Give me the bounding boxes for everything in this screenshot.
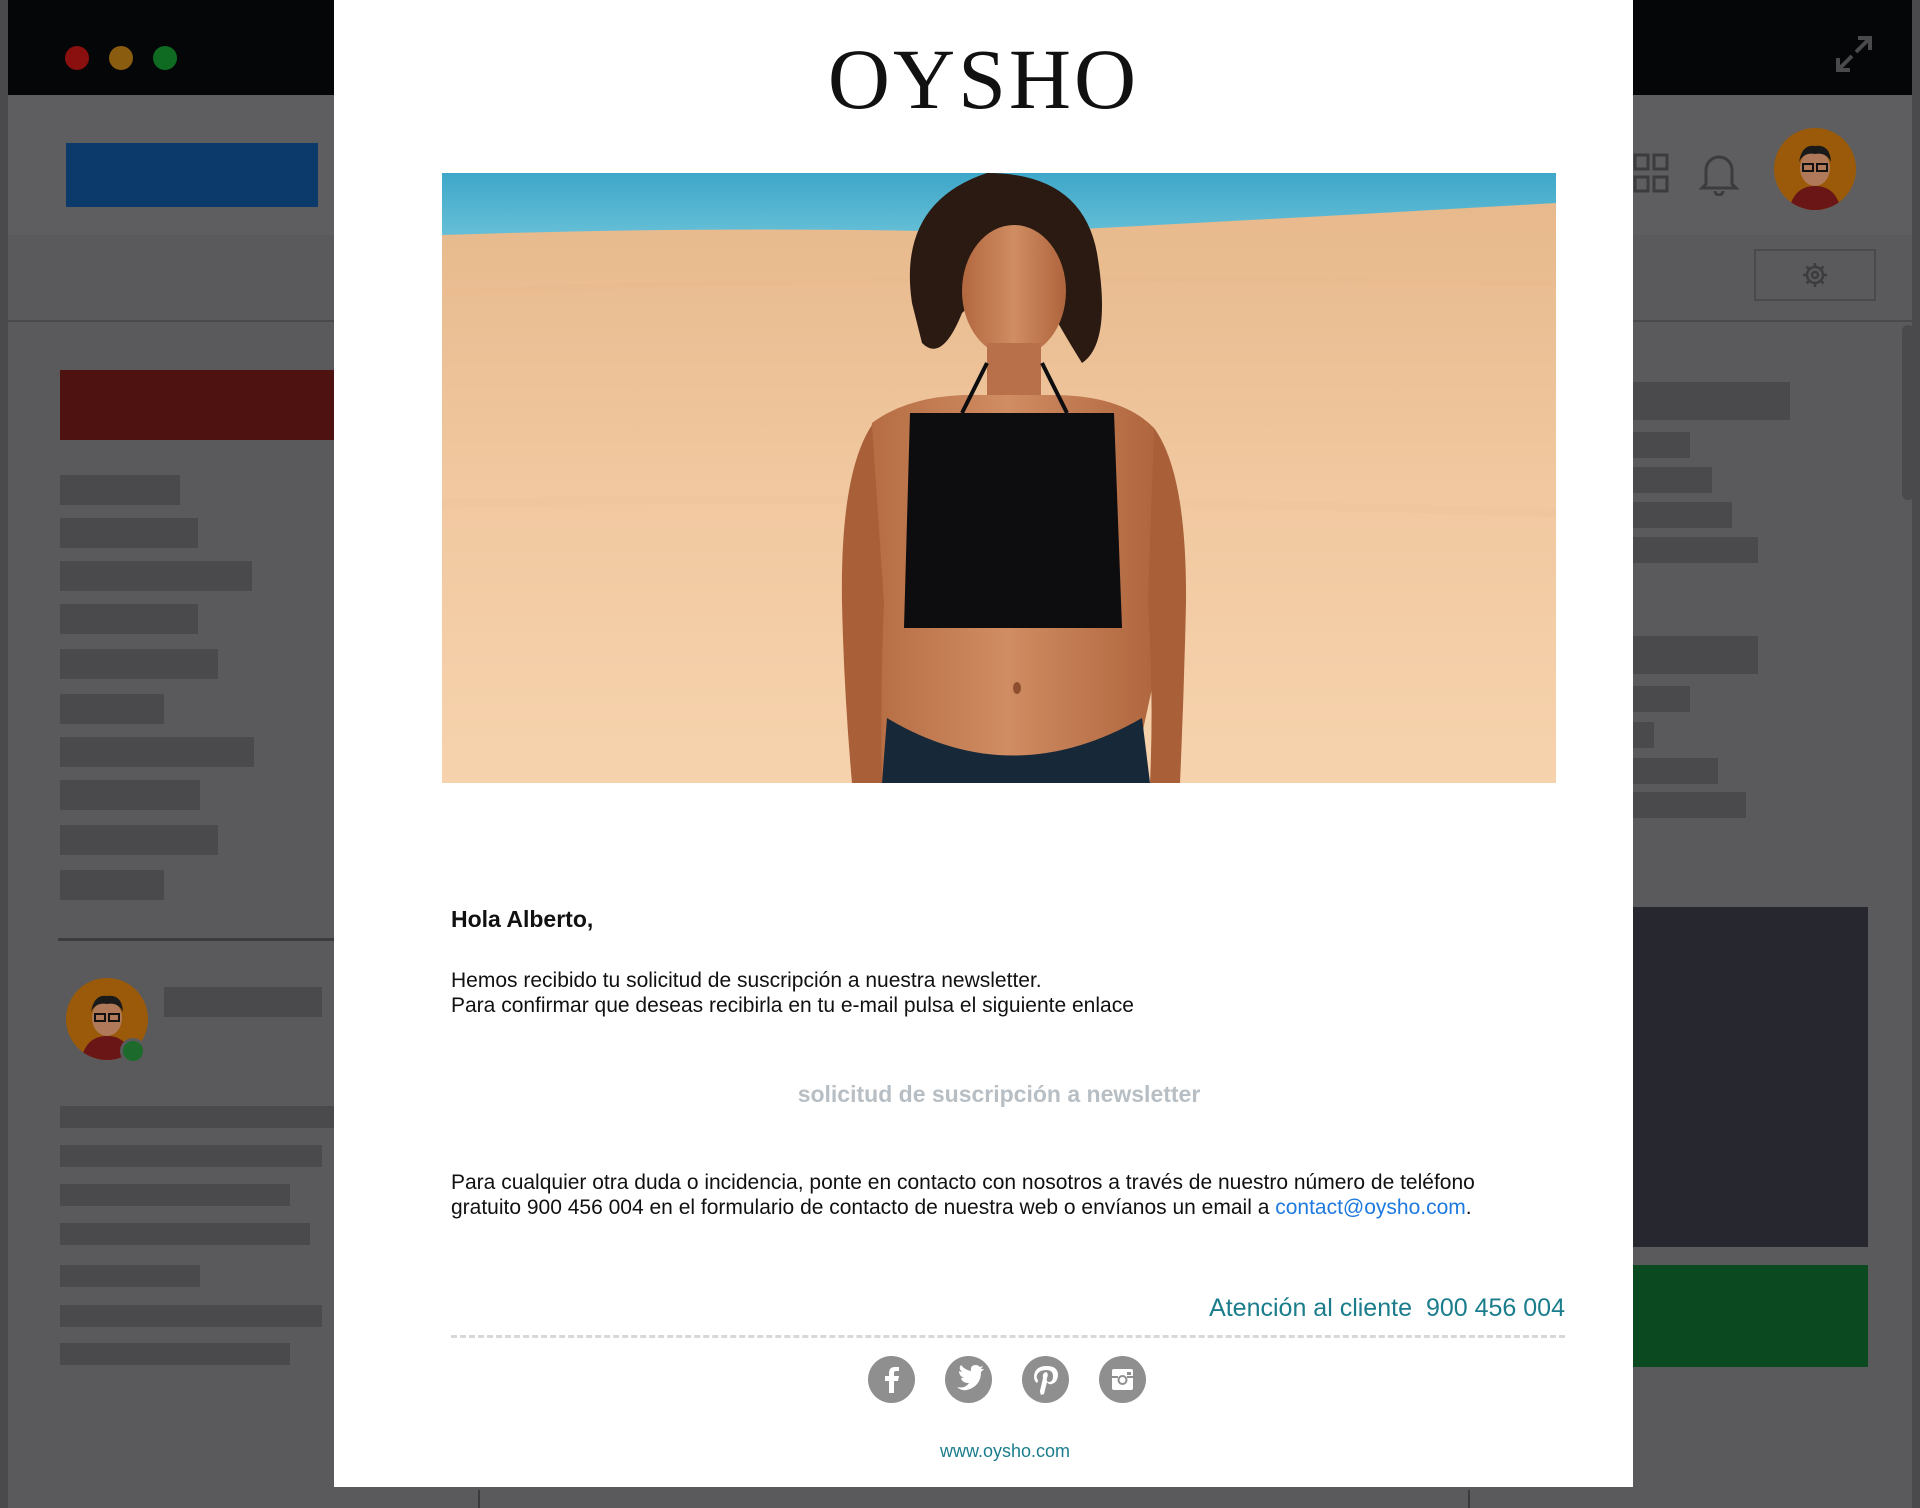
sidebar-item[interactable] (60, 737, 254, 767)
email-intro: Hemos recibido tu solicitud de suscripci… (451, 968, 1134, 1018)
contact-line-text: gratuito 900 456 004 en el formulario de… (451, 1196, 1270, 1219)
social-links (868, 1356, 1146, 1403)
email-greeting: Hola Alberto, (451, 906, 594, 932)
brand-logo: OYSHO (827, 31, 1140, 127)
panel-item[interactable] (1632, 467, 1712, 493)
column-divider (1468, 1490, 1470, 1508)
bell-icon[interactable] (1698, 150, 1740, 196)
pinterest-icon[interactable] (1022, 1356, 1069, 1403)
panel-item[interactable] (1632, 722, 1654, 748)
list-item[interactable] (60, 1145, 322, 1167)
confirm-subscription-link[interactable]: solicitud de suscripción a newsletter (334, 1081, 1664, 1108)
contact-name-placeholder (164, 987, 322, 1017)
twitter-icon[interactable] (945, 1356, 992, 1403)
app-logo (66, 143, 318, 207)
panel-heading-placeholder (1632, 382, 1790, 420)
sidebar-item[interactable] (60, 518, 198, 548)
customer-service-phone[interactable]: 900 456 004 (1426, 1294, 1565, 1322)
panel-item[interactable] (1632, 758, 1718, 784)
maximize-window-button[interactable] (153, 46, 177, 70)
customer-service-label: Atención al cliente (1209, 1294, 1412, 1322)
hero-image (442, 173, 1556, 783)
minimize-window-button[interactable] (109, 46, 133, 70)
list-item[interactable] (60, 1223, 310, 1245)
sidebar-item[interactable] (60, 561, 252, 591)
list-item[interactable] (60, 1305, 322, 1327)
sidebar-item[interactable] (60, 604, 198, 634)
expand-icon[interactable] (1834, 34, 1874, 74)
panel-item[interactable] (1632, 792, 1746, 818)
panel-item[interactable] (1632, 502, 1732, 528)
sidebar-item[interactable] (60, 825, 218, 855)
panel-item[interactable] (1632, 432, 1690, 458)
contact-line-2: gratuito 900 456 004 en el formulario de… (451, 1195, 1475, 1220)
website-link[interactable]: www.oysho.com (334, 1441, 1676, 1462)
promo-card[interactable] (1632, 907, 1868, 1247)
settings-button[interactable] (1754, 249, 1876, 301)
instagram-icon[interactable] (1099, 1356, 1146, 1403)
panel-heading-placeholder (1632, 636, 1758, 674)
sidebar-item[interactable] (60, 694, 164, 724)
contact-period: . (1465, 1196, 1472, 1219)
contact-line: Para cualquier otra duda o incidencia, p… (451, 1171, 1475, 1194)
email-contact-paragraph: Para cualquier otra duda o incidencia, p… (451, 1170, 1475, 1220)
facebook-icon[interactable] (868, 1356, 915, 1403)
sidebar (8, 330, 350, 1508)
footer-divider (451, 1335, 1565, 1338)
intro-line: Hemos recibido tu solicitud de suscripci… (451, 969, 1042, 992)
panel-item[interactable] (1632, 686, 1690, 712)
contact-email-link[interactable]: contact@oysho.com (1275, 1196, 1466, 1219)
column-divider (478, 1490, 480, 1508)
close-window-button[interactable] (65, 46, 89, 70)
customer-service: Atención al cliente 900 456 004 (1209, 1294, 1565, 1323)
email-preview-modal: OYSHO Hola Alberto, Hemos recibido tu so… (334, 0, 1633, 1487)
compose-button[interactable] (60, 370, 350, 440)
scrollbar[interactable] (1902, 325, 1914, 500)
sidebar-item[interactable] (60, 780, 200, 810)
list-item[interactable] (60, 1184, 290, 1206)
sidebar-divider (58, 938, 338, 941)
apps-grid-icon[interactable] (1633, 153, 1669, 193)
list-item[interactable] (60, 1265, 200, 1287)
online-status-dot (120, 1038, 146, 1064)
action-card[interactable] (1632, 1265, 1868, 1367)
gear-icon (1803, 263, 1827, 287)
list-item[interactable] (60, 1343, 290, 1365)
list-item[interactable] (60, 1106, 340, 1128)
sidebar-item[interactable] (60, 475, 180, 505)
sidebar-item[interactable] (60, 649, 218, 679)
user-avatar[interactable] (1774, 128, 1856, 210)
panel-item[interactable] (1632, 537, 1758, 563)
sidebar-item[interactable] (60, 870, 164, 900)
intro-line: Para confirmar que deseas recibirla en t… (451, 994, 1134, 1017)
